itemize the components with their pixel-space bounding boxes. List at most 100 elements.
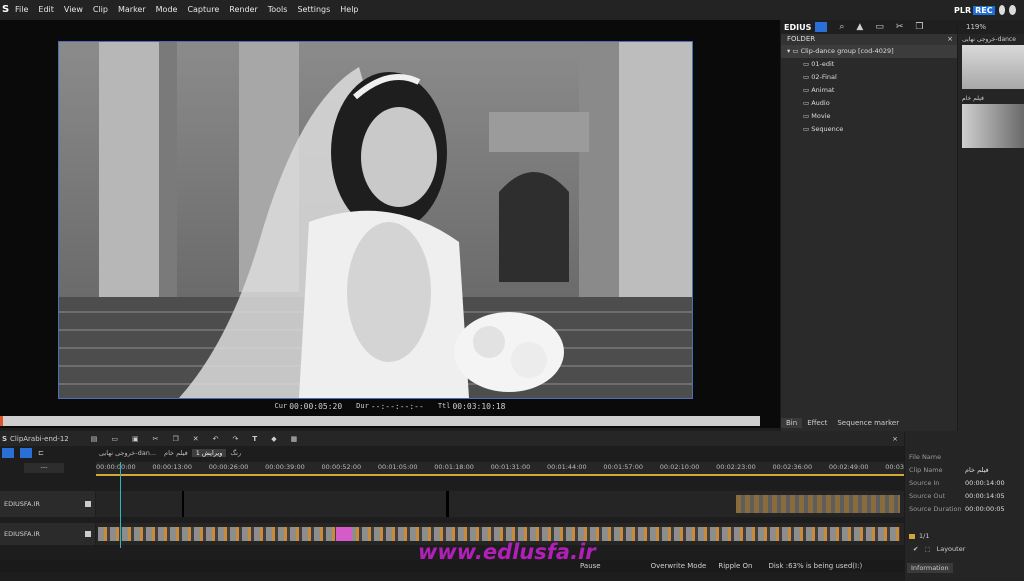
mode-a-icon[interactable]	[2, 448, 14, 458]
info-value: 00:00:00:05	[965, 505, 1005, 513]
folder-close-icon[interactable]: ×	[947, 34, 953, 45]
copy-icon[interactable]: ❐	[915, 22, 923, 32]
menu-help[interactable]: Help	[335, 0, 363, 20]
marker-icon[interactable]: ◆	[271, 435, 276, 443]
tab-sequence-raw[interactable]: فیلم خام	[160, 449, 192, 457]
ruler-tick: 00:00:26:00	[208, 463, 249, 471]
tab-information[interactable]: Information	[907, 563, 953, 573]
thumb-label-raw: فیلم خام	[962, 95, 984, 102]
menu-view[interactable]: View	[59, 0, 88, 20]
timeline-ruler[interactable]: 00:00:00:00 00:00:13:00 00:00:26:00 00:0…	[96, 462, 904, 476]
folder-panel: EDIUS ⌕ ▲ ▭ ✂ ❐ FOLDER × ▾ ▭ Clip-dance …	[781, 20, 957, 431]
save-icon[interactable]: ▣	[132, 435, 139, 443]
tree-item-audio[interactable]: ▭ Audio	[781, 97, 957, 110]
info-value: 00:00:14:00	[965, 479, 1005, 487]
folder-toggle-icon[interactable]	[815, 22, 828, 32]
info-key: File Name	[909, 453, 942, 461]
thumb-dance[interactable]	[962, 45, 1024, 89]
tree-item-label: Animat	[811, 86, 835, 94]
tree-root[interactable]: ▾ ▭ Clip-dance group [cod-4029]	[781, 45, 957, 58]
timeline-clip[interactable]	[98, 527, 900, 541]
folder-icon: ▭	[803, 60, 810, 68]
menu-tools[interactable]: Tools	[263, 0, 293, 20]
track-header-1[interactable]: EDIUSFA.IR	[0, 491, 95, 517]
tab-sequence-final[interactable]: خروجی نهایی-dan...	[95, 449, 160, 457]
expand-icon[interactable]: ▾	[787, 47, 790, 55]
tab-sequence-marker[interactable]: Sequence marker	[832, 418, 904, 428]
folder-label: FOLDER	[787, 35, 816, 43]
tree-item-label: Sequence	[811, 125, 844, 133]
scrub-bar[interactable]	[0, 416, 760, 426]
minimize-icon[interactable]	[998, 5, 1006, 15]
open-icon[interactable]: ▭	[111, 435, 118, 443]
new-folder-icon[interactable]: ▭	[875, 22, 884, 32]
cut-icon[interactable]: ✂	[896, 22, 904, 32]
ttl-timecode: 00:03:10:18	[452, 401, 506, 411]
ruler-tick: 00:03	[885, 463, 904, 471]
rec-button[interactable]: REC	[973, 5, 995, 15]
sequence-tabs: خروجی نهایی-dan... فیلم خام ویرایش 1 رنگ	[95, 447, 904, 459]
title-icon[interactable]: T	[252, 435, 257, 443]
up-folder-icon[interactable]: ▲	[856, 22, 863, 32]
timecode-bar: Cur 00:00:05:20 Dur --:--:--:-- Ttl 00:0…	[0, 399, 780, 413]
undo-icon[interactable]: ↶	[213, 435, 219, 443]
tree-item-02-final[interactable]: ▭ 02-Final	[781, 71, 957, 84]
tree-item-movie[interactable]: ▭ Movie	[781, 110, 957, 123]
ruler-tick: 00:01:44:00	[547, 463, 587, 471]
menu-marker[interactable]: Marker	[113, 0, 151, 20]
timeline-clip[interactable]	[182, 491, 184, 517]
checkbox-icon[interactable]: ✔	[913, 545, 918, 553]
ruler-tick: 00:01:18:00	[434, 463, 474, 471]
new-sequence-icon[interactable]: ▤	[91, 435, 98, 443]
info-value: 00:00:14:05	[965, 492, 1005, 500]
info-row: File Name	[905, 451, 1024, 464]
tab-effect[interactable]: Effect	[802, 418, 832, 428]
track-lock-icon[interactable]	[85, 531, 91, 537]
cur-label: Cur	[274, 402, 288, 410]
scrub-start-marker[interactable]	[0, 416, 3, 426]
timeline-clip[interactable]	[446, 491, 449, 517]
tab-sequence-edit[interactable]: ویرایش 1	[191, 449, 227, 457]
layouter-row[interactable]: ✔ ⬚ Layouter	[905, 542, 1024, 556]
tab-sequence-color[interactable]: رنگ	[226, 449, 245, 457]
menu-render[interactable]: Render	[224, 0, 262, 20]
tree-item-animat[interactable]: ▭ Animat	[781, 84, 957, 97]
tree-item-sequence[interactable]: ▭ Sequence	[781, 123, 957, 136]
timeline-clip-pink[interactable]	[336, 527, 352, 541]
render-icon[interactable]: ▦	[291, 435, 298, 443]
plr-button[interactable]: PLR	[954, 6, 971, 15]
search-icon[interactable]: ⌕	[839, 22, 844, 32]
copy-icon[interactable]: ❐	[173, 435, 179, 443]
ruler-tick: 00:01:31:00	[490, 463, 531, 471]
track-lane-1[interactable]	[96, 491, 904, 517]
menu-settings[interactable]: Settings	[292, 0, 335, 20]
track-lock-icon[interactable]	[85, 501, 91, 507]
thumb-raw[interactable]	[962, 104, 1024, 148]
close-icon[interactable]	[1009, 5, 1016, 15]
edius-bin-label: EDIUS	[784, 22, 812, 32]
info-row: Clip Name فیلم خام	[905, 464, 1024, 477]
tab-bin[interactable]: Bin	[781, 417, 803, 428]
status-ripple: Ripple On	[718, 562, 753, 570]
playhead-field[interactable]: ---	[24, 463, 64, 473]
delete-icon[interactable]: ✕	[193, 435, 199, 443]
mode-b-icon[interactable]	[20, 448, 32, 458]
timeline-close-icon[interactable]: ⨯	[892, 435, 898, 443]
menu-edit[interactable]: Edit	[33, 0, 59, 20]
tree-item-01-edit[interactable]: ▭ 01-edit	[781, 58, 957, 71]
timeline-clip[interactable]	[736, 495, 900, 513]
menu-capture[interactable]: Capture	[182, 0, 224, 20]
cut-icon[interactable]: ✂	[153, 435, 159, 443]
mode-c-icon[interactable]: ⊏	[38, 449, 44, 457]
website-watermark: www.edlusfa.ir	[418, 540, 596, 564]
menu-file[interactable]: File	[10, 0, 33, 20]
redo-icon[interactable]: ↷	[233, 435, 239, 443]
menu-bar: S File Edit View Clip Marker Mode Captur…	[0, 0, 1024, 20]
playhead-line[interactable]	[120, 462, 121, 548]
menu-mode[interactable]: Mode	[151, 0, 183, 20]
ttl-label: Ttl	[437, 402, 451, 410]
track-header-2[interactable]: EDIUSFA.IR	[0, 523, 95, 545]
ruler-tick: 00:00:39:00	[265, 463, 305, 471]
menu-clip[interactable]: Clip	[88, 0, 113, 20]
ruler-tick: 00:02:23:00	[716, 463, 756, 471]
